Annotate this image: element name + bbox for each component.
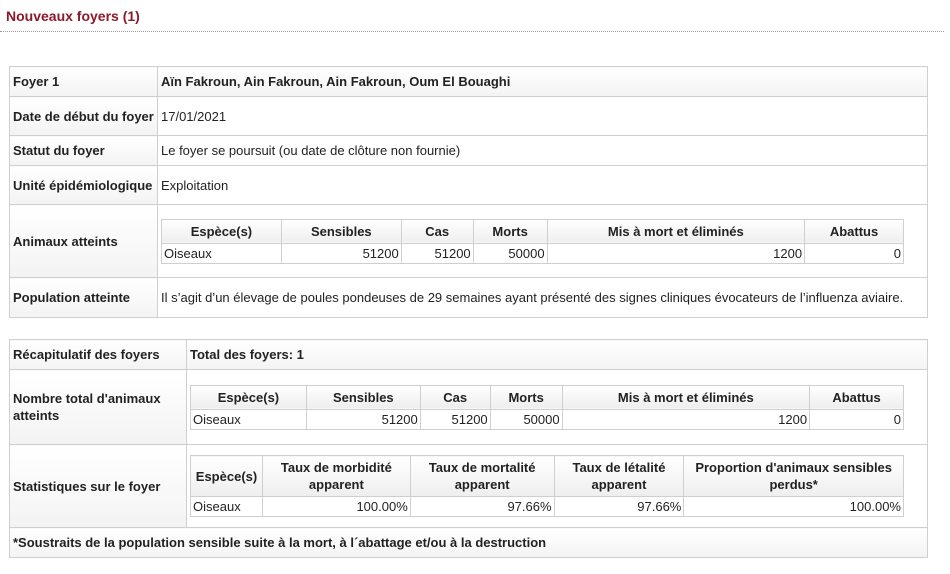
cell-lost-proportion: 100.00% (683, 496, 904, 517)
cell-cases: 51200 (400, 242, 474, 264)
outbreak-table: Foyer 1 Aïn Fakroun, Ain Fakroun, Ain Fa… (9, 66, 928, 318)
col-header-species: Espèce(s) (190, 455, 263, 497)
cell-susceptible: 51200 (280, 242, 402, 264)
status-label: Statut du foyer (9, 135, 158, 166)
epi-unit-label: Unité épidémiologique (9, 165, 158, 205)
animals-table: Espèce(s) Sensibles Cas Morts Mis à mort… (161, 218, 904, 264)
population-value: Il s’agit d’un élevage de poules pondeus… (157, 277, 928, 318)
col-header-deaths: Morts (489, 384, 563, 410)
col-header-species: Espèce(s) (190, 384, 307, 410)
stats-table: Espèce(s) Taux de morbidité apparent Tau… (190, 455, 904, 517)
cell-morbidity: 100.00% (261, 496, 411, 517)
foyer-label: Foyer 1 (9, 66, 158, 97)
col-header-deaths: Morts (472, 218, 548, 244)
col-header-lethality: Taux de létalité apparent (553, 455, 685, 497)
table-row: Oiseaux 51200 51200 50000 1200 0 (190, 408, 904, 430)
stats-label: Statistiques sur le foyer (9, 444, 187, 528)
col-header-species: Espèce(s) (161, 218, 282, 244)
start-date-label: Date de début du foyer (9, 96, 158, 136)
footnote: *Soustraits de la population sensible su… (9, 527, 928, 558)
cell-susceptible: 51200 (305, 408, 421, 430)
foyer-location: Aïn Fakroun, Ain Fakroun, Ain Fakroun, O… (157, 66, 928, 97)
col-header-mortality: Taux de mortalité apparent (409, 455, 555, 497)
cell-killed: 1200 (561, 408, 811, 430)
cell-slaughtered: 0 (804, 242, 904, 264)
col-header-slaughtered: Abattus (809, 384, 904, 410)
cell-deaths: 50000 (489, 408, 563, 430)
animals-label: Animaux atteints (9, 204, 158, 278)
total-animals-label: Nombre total d'animaux atteints (9, 369, 187, 445)
cell-slaughtered: 0 (809, 408, 904, 430)
summary-table: Récapitulatif des foyers Total des foyer… (9, 339, 928, 558)
section-divider (0, 31, 944, 32)
col-header-cases: Cas (400, 218, 474, 244)
cell-cases: 51200 (419, 408, 491, 430)
animals-cell: Espèce(s) Sensibles Cas Morts Mis à mort… (157, 204, 928, 278)
epi-unit-value: Exploitation (157, 165, 928, 205)
table-row: Oiseaux 100.00% 97.66% 97.66% 100.00% (190, 496, 904, 517)
cell-species: Oiseaux (161, 242, 282, 264)
recap-value: Total des foyers: 1 (186, 339, 928, 370)
col-header-killed: Mis à mort et éliminés (546, 218, 806, 244)
start-date-value: 17/01/2021 (157, 96, 928, 136)
stats-cell: Espèce(s) Taux de morbidité apparent Tau… (186, 444, 928, 528)
col-header-slaughtered: Abattus (804, 218, 904, 244)
cell-deaths: 50000 (472, 242, 548, 264)
col-header-susceptible: Sensibles (280, 218, 402, 244)
recap-label: Récapitulatif des foyers (9, 339, 187, 370)
table-row: Oiseaux 51200 51200 50000 1200 0 (161, 242, 904, 264)
total-animals-table: Espèce(s) Sensibles Cas Morts Mis à mort… (190, 384, 904, 430)
population-label: Population atteinte (9, 277, 158, 318)
cell-mortality: 97.66% (409, 496, 555, 517)
col-header-susceptible: Sensibles (305, 384, 421, 410)
section-title: Nouveaux foyers (1) (6, 8, 140, 24)
cell-species: Oiseaux (190, 496, 263, 517)
total-animals-cell: Espèce(s) Sensibles Cas Morts Mis à mort… (186, 369, 928, 445)
cell-species: Oiseaux (190, 408, 307, 430)
cell-lethality: 97.66% (553, 496, 685, 517)
status-value: Le foyer se poursuit (ou date de clôture… (157, 135, 928, 166)
col-header-cases: Cas (419, 384, 491, 410)
col-header-killed: Mis à mort et éliminés (561, 384, 811, 410)
col-header-morbidity: Taux de morbidité apparent (261, 455, 411, 497)
cell-killed: 1200 (546, 242, 806, 264)
col-header-lost-proportion: Proportion d'animaux sensibles perdus* (683, 455, 904, 497)
